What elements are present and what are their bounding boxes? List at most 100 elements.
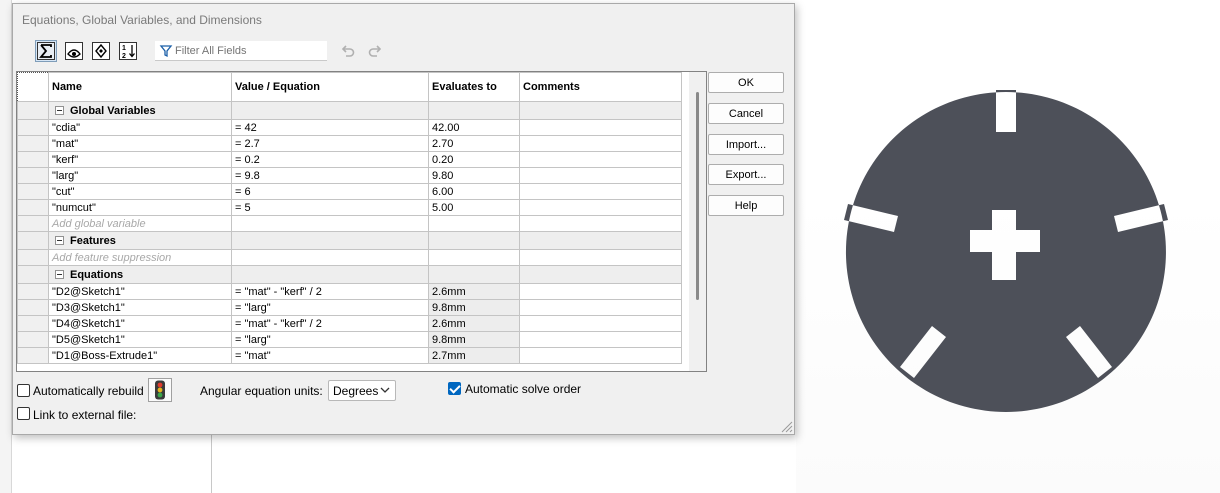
row-header[interactable] xyxy=(17,283,49,300)
cell-comment[interactable] xyxy=(519,315,682,332)
equations-table[interactable]: Name Value / Equation Evaluates to Comme… xyxy=(16,71,707,372)
cell-comment[interactable] xyxy=(519,135,682,152)
collapse-toggle[interactable] xyxy=(55,105,64,115)
row-header[interactable] xyxy=(17,249,49,266)
export-button[interactable]: Export... xyxy=(708,164,784,185)
auto-solve-checkbox[interactable] xyxy=(448,382,461,395)
row-header[interactable] xyxy=(17,167,49,184)
add-global-variable-cell[interactable]: Add global variable xyxy=(48,215,232,232)
row-header[interactable] xyxy=(17,119,49,136)
cell-evaluates: 6.00 xyxy=(428,183,520,200)
link-external-checkbox[interactable] xyxy=(17,407,30,420)
cell-value[interactable]: = "mat" - "kerf" / 2 xyxy=(231,315,429,332)
cell-value[interactable]: = "mat" xyxy=(231,347,429,364)
row-header[interactable] xyxy=(17,347,49,364)
collapse-toggle[interactable] xyxy=(55,235,64,245)
redo-button[interactable] xyxy=(366,42,384,60)
cell-comment[interactable] xyxy=(519,347,682,364)
ok-button[interactable]: OK xyxy=(708,72,784,93)
cell-name[interactable]: "D5@Sketch1" xyxy=(48,331,232,348)
cell-name[interactable]: "D2@Sketch1" xyxy=(48,283,232,300)
add-feature-suppression-cell[interactable]: Add feature suppression xyxy=(48,249,232,266)
sketch-equation-view-button[interactable] xyxy=(63,40,85,62)
cell-name[interactable]: "numcut" xyxy=(48,199,232,216)
table-row[interactable]: "cut" = 6 6.00 xyxy=(17,183,682,200)
column-header-value[interactable]: Value / Equation xyxy=(231,72,429,102)
cancel-button[interactable]: Cancel xyxy=(708,103,784,124)
cell-name[interactable]: "D4@Sketch1" xyxy=(48,315,232,332)
section-equations[interactable]: Equations xyxy=(17,265,682,284)
angular-units-select[interactable]: Degrees xyxy=(328,380,396,401)
cell-value[interactable]: = 5 xyxy=(231,199,429,216)
table-row[interactable]: "mat" = 2.7 2.70 xyxy=(17,135,682,152)
equation-view-button[interactable] xyxy=(35,40,57,62)
cell-comment[interactable] xyxy=(519,299,682,316)
table-row[interactable]: "numcut" = 5 5.00 xyxy=(17,199,682,216)
cell-value[interactable]: = 0.2 xyxy=(231,151,429,168)
undo-button[interactable] xyxy=(339,42,357,60)
row-header[interactable] xyxy=(17,101,49,120)
cell-value[interactable]: = "larg" xyxy=(231,299,429,316)
row-header[interactable] xyxy=(17,135,49,152)
column-header-evaluates[interactable]: Evaluates to xyxy=(428,72,520,102)
row-header[interactable] xyxy=(17,331,49,348)
rebuild-button[interactable] xyxy=(148,378,172,402)
resize-grip-icon[interactable] xyxy=(779,419,793,433)
vertical-scrollbar[interactable] xyxy=(689,72,706,371)
row-header[interactable] xyxy=(17,299,49,316)
table-row[interactable]: "D2@Sketch1" = "mat" - "kerf" / 2 2.6mm xyxy=(17,283,682,300)
table-row[interactable]: "larg" = 9.8 9.80 xyxy=(17,167,682,184)
cell-name[interactable]: "D3@Sketch1" xyxy=(48,299,232,316)
add-feature-suppression-row[interactable]: Add feature suppression xyxy=(17,249,682,266)
column-header-comments[interactable]: Comments xyxy=(519,72,682,102)
row-header[interactable] xyxy=(17,151,49,168)
import-button[interactable]: Import... xyxy=(708,134,784,155)
cell-comment[interactable] xyxy=(519,199,682,216)
section-features[interactable]: Features xyxy=(17,231,682,250)
ordered-view-button[interactable]: 1 2 xyxy=(117,40,139,62)
cell-value[interactable]: = "larg" xyxy=(231,331,429,348)
row-header[interactable] xyxy=(17,265,49,284)
dimension-view-button[interactable] xyxy=(90,40,112,62)
cell-value[interactable]: = 9.8 xyxy=(231,167,429,184)
cell-comment[interactable] xyxy=(519,119,682,136)
add-global-variable-row[interactable]: Add global variable xyxy=(17,215,682,232)
cell-comment[interactable] xyxy=(519,167,682,184)
section-title: Global Variables xyxy=(70,104,156,117)
part-model[interactable] xyxy=(836,82,1176,412)
cell-name[interactable]: "larg" xyxy=(48,167,232,184)
cell-comment[interactable] xyxy=(519,331,682,348)
table-row[interactable]: "cdia" = 42 42.00 xyxy=(17,119,682,136)
cell-value[interactable]: = 2.7 xyxy=(231,135,429,152)
row-header[interactable] xyxy=(17,183,49,200)
cell-value[interactable]: = 6 xyxy=(231,183,429,200)
cell-name[interactable]: "mat" xyxy=(48,135,232,152)
row-header[interactable] xyxy=(17,231,49,250)
cell-comment[interactable] xyxy=(519,183,682,200)
row-header[interactable] xyxy=(17,199,49,216)
filter-field[interactable] xyxy=(155,41,327,61)
table-row[interactable]: "D5@Sketch1" = "larg" 9.8mm xyxy=(17,331,682,348)
cell-name[interactable]: "kerf" xyxy=(48,151,232,168)
column-header-name[interactable]: Name xyxy=(48,72,232,102)
table-row[interactable]: "D3@Sketch1" = "larg" 9.8mm xyxy=(17,299,682,316)
cell-comment[interactable] xyxy=(519,283,682,300)
table-row[interactable]: "kerf" = 0.2 0.20 xyxy=(17,151,682,168)
auto-rebuild-checkbox[interactable] xyxy=(17,384,30,397)
cell-comment[interactable] xyxy=(519,151,682,168)
corner-cell[interactable] xyxy=(17,72,49,102)
help-button[interactable]: Help xyxy=(708,195,784,216)
cell-value[interactable]: = "mat" - "kerf" / 2 xyxy=(231,283,429,300)
collapse-toggle[interactable] xyxy=(55,269,64,279)
row-header[interactable] xyxy=(17,315,49,332)
cell-name[interactable]: "D1@Boss-Extrude1" xyxy=(48,347,232,364)
row-header[interactable] xyxy=(17,215,49,232)
filter-input[interactable] xyxy=(173,44,321,57)
cell-name[interactable]: "cdia" xyxy=(48,119,232,136)
table-row[interactable]: "D4@Sketch1" = "mat" - "kerf" / 2 2.6mm xyxy=(17,315,682,332)
scrollbar-thumb[interactable] xyxy=(696,92,699,300)
table-row[interactable]: "D1@Boss-Extrude1" = "mat" 2.7mm xyxy=(17,347,682,364)
cell-value[interactable]: = 42 xyxy=(231,119,429,136)
cell-name[interactable]: "cut" xyxy=(48,183,232,200)
section-global-variables[interactable]: Global Variables xyxy=(17,101,682,120)
